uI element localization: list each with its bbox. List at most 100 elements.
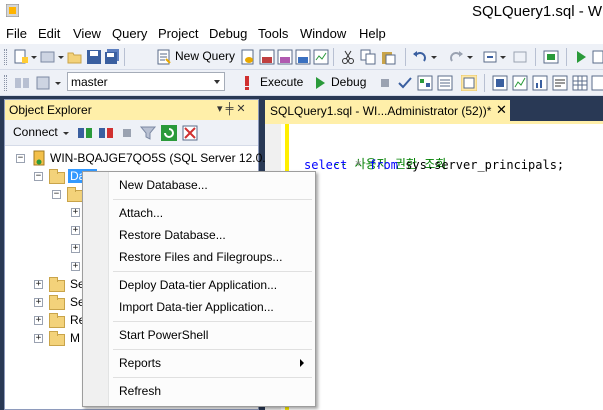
client-statistics-icon[interactable] (532, 75, 548, 91)
menu-item-import-data-tier[interactable]: Import Data-tier Application... (84, 297, 314, 317)
menu-item-label: Restore Files and Filegroups... (119, 250, 283, 264)
activity-monitor-icon[interactable] (182, 125, 198, 141)
results-to-grid-icon[interactable] (572, 75, 588, 91)
object-explorer-toolbar: Connect (5, 120, 258, 146)
display-estimated-plan-icon[interactable] (417, 75, 433, 91)
code-line-2: select * from sys.server_principals; (304, 158, 564, 172)
tab-sqlquery1[interactable]: SQLQuery1.sql - WI...Administrator (52))… (265, 100, 510, 121)
connect-icon[interactable] (14, 75, 30, 91)
chevron-down-icon[interactable] (208, 73, 224, 90)
menu-item-start-powershell[interactable]: Start PowerShell (84, 325, 314, 345)
results-to-text-icon[interactable] (552, 75, 568, 91)
menu-window[interactable]: Window (300, 26, 346, 41)
include-actual-plan-icon[interactable] (492, 75, 508, 91)
refresh-icon[interactable] (161, 125, 177, 141)
menu-item-reports[interactable]: Reports (84, 353, 314, 373)
menu-separator (113, 321, 312, 322)
menu-item-refresh[interactable]: Refresh (84, 381, 314, 401)
expand-icon[interactable]: + (71, 262, 80, 271)
undo-icon[interactable] (412, 49, 428, 65)
execute-icon[interactable] (239, 75, 255, 91)
chevron-down-icon[interactable] (63, 132, 69, 135)
execute-button[interactable]: Execute (260, 75, 303, 89)
menu-edit[interactable]: Edit (38, 26, 60, 41)
open-folder-icon[interactable] (67, 49, 83, 65)
folder-icon (67, 187, 83, 202)
debug-button[interactable]: Debug (331, 75, 366, 89)
new-query-icon[interactable] (156, 49, 172, 65)
save-all-icon[interactable] (104, 49, 120, 65)
cancel-execution-icon[interactable] (377, 75, 393, 91)
save-icon[interactable] (86, 49, 102, 65)
menu-help[interactable]: Help (359, 26, 386, 41)
disconnect-icon[interactable] (98, 125, 114, 141)
collapse-icon[interactable]: − (16, 154, 25, 163)
xmla-query-icon[interactable] (295, 49, 311, 65)
menu-project[interactable]: Project (158, 26, 198, 41)
menu-item-deploy-data-tier[interactable]: Deploy Data-tier Application... (84, 275, 314, 295)
db-engine-query-icon[interactable] (240, 49, 256, 65)
stop-icon[interactable] (119, 125, 135, 141)
menu-tools[interactable]: Tools (258, 26, 288, 41)
new-query-button[interactable]: New Query (175, 49, 235, 63)
collapse-icon[interactable]: − (34, 172, 43, 181)
paste-icon[interactable] (380, 49, 396, 65)
available-databases-dropdown[interactable]: master (67, 72, 225, 91)
collapse-icon[interactable]: − (52, 190, 61, 199)
expand-icon[interactable]: + (34, 298, 43, 307)
dmx-query-icon[interactable] (277, 49, 293, 65)
selected-database: master (71, 75, 108, 89)
expand-icon[interactable]: + (34, 334, 43, 343)
toolbar-grip[interactable] (4, 75, 7, 91)
redo-icon[interactable] (448, 49, 464, 65)
new-project-icon[interactable] (13, 49, 29, 65)
folder-icon (49, 313, 65, 328)
change-connection-icon[interactable] (35, 75, 51, 91)
menu-item-label: Start PowerShell (119, 328, 209, 342)
expand-icon[interactable]: + (71, 208, 80, 217)
live-query-stats-icon[interactable] (512, 75, 528, 91)
expand-icon[interactable]: + (71, 226, 80, 235)
menu-item-attach[interactable]: Attach... (84, 203, 314, 223)
activity-monitor-icon[interactable] (313, 49, 329, 65)
results-to-file-icon[interactable] (591, 75, 603, 91)
chevron-down-icon[interactable] (500, 56, 506, 59)
chevron-down-icon[interactable] (31, 56, 37, 59)
expand-icon[interactable]: + (34, 316, 43, 325)
close-icon[interactable]: ✕ (496, 102, 507, 118)
start-debug-icon[interactable] (573, 49, 589, 65)
chevron-down-icon[interactable] (467, 56, 473, 59)
menu-view[interactable]: View (73, 26, 101, 41)
navigate-forward-icon[interactable] (512, 49, 528, 65)
menu-item-restore-database[interactable]: Restore Database... (84, 225, 314, 245)
connect-object-explorer-icon[interactable] (77, 125, 93, 141)
expand-icon[interactable]: + (71, 244, 80, 253)
copy-icon[interactable] (360, 49, 376, 65)
intellisense-toggle-icon[interactable] (461, 75, 477, 91)
server-node[interactable]: − WIN-BQAJGE7QO5S (SQL Server 12.0.20 (5, 150, 279, 168)
menu-debug[interactable]: Debug (209, 26, 247, 41)
filter-icon[interactable] (140, 125, 156, 141)
menu-item-restore-files[interactable]: Restore Files and Filegroups... (84, 247, 314, 267)
connect-button[interactable]: Connect (13, 125, 58, 139)
mdx-query-icon[interactable] (259, 49, 275, 65)
menu-item-new-database[interactable]: New Database... (84, 175, 314, 195)
menu-separator (113, 377, 312, 378)
navigate-backward-icon[interactable] (482, 49, 498, 65)
parse-checkmark-icon[interactable] (397, 75, 413, 91)
cut-icon[interactable] (340, 49, 356, 65)
chevron-down-icon[interactable] (431, 56, 437, 59)
expand-icon[interactable]: + (34, 280, 43, 289)
screenshot-icon[interactable] (543, 49, 559, 65)
debug-icon[interactable] (312, 75, 328, 91)
ssms-app-icon[interactable] (6, 4, 19, 17)
menu-file[interactable]: File (6, 26, 27, 41)
query-options-icon[interactable] (437, 75, 453, 91)
chevron-down-icon[interactable] (58, 56, 64, 59)
menu-query[interactable]: Query (112, 26, 147, 41)
toolbar-grip[interactable] (4, 49, 7, 65)
panel-options-icon[interactable]: ▾ ╪ ✕ (217, 102, 246, 115)
chevron-down-icon[interactable] (55, 82, 61, 85)
add-item-icon[interactable] (40, 49, 56, 65)
overflow-icon[interactable] (592, 49, 603, 65)
